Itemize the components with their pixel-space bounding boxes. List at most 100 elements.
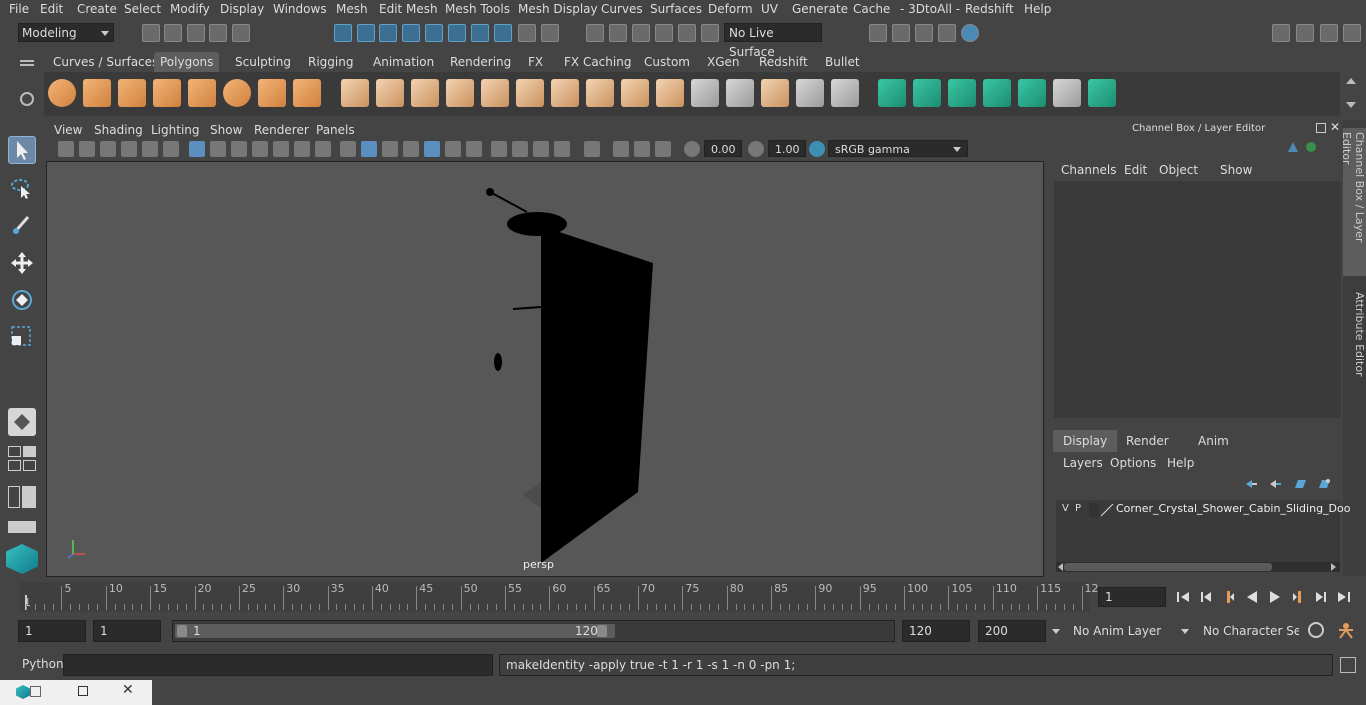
- cut-uv-icon[interactable]: [796, 79, 824, 107]
- step-forward-key-icon[interactable]: [1291, 590, 1305, 604]
- poly-pipe-icon[interactable]: [293, 79, 321, 107]
- step-forward-icon[interactable]: [1314, 590, 1328, 604]
- wireframe-icon[interactable]: [340, 141, 356, 157]
- bookmarks-icon[interactable]: [121, 141, 137, 157]
- layout-two-pane-icon[interactable]: [8, 446, 36, 472]
- menu-help[interactable]: Help: [1024, 2, 1051, 16]
- menu-windows[interactable]: Windows: [273, 2, 327, 16]
- bridge-icon[interactable]: [586, 79, 614, 107]
- exposure-field[interactable]: 0.00: [704, 140, 742, 157]
- viewport-menu-panels[interactable]: Panels: [316, 123, 355, 137]
- layout-outliner-icon[interactable]: [8, 521, 36, 533]
- close-icon[interactable]: ✕: [122, 682, 134, 698]
- shadows-icon[interactable]: [491, 141, 507, 157]
- select-camera-icon[interactable]: [58, 141, 74, 157]
- hypershade-icon[interactable]: [961, 24, 979, 42]
- minimized-window[interactable]: ✕: [0, 680, 152, 705]
- color-space-dropdown[interactable]: sRGB gamma: [828, 140, 968, 157]
- render-current-frame-icon[interactable]: [869, 24, 887, 42]
- shelf-tab-sculpting[interactable]: Sculpting: [229, 52, 297, 72]
- uv-editor-icon[interactable]: [761, 79, 789, 107]
- shelf-tab-custom[interactable]: Custom: [638, 52, 696, 72]
- snap-toggle-icon[interactable]: [8, 408, 36, 436]
- shelf-settings-gear-icon[interactable]: [20, 92, 34, 106]
- layer-playback-toggle[interactable]: P: [1075, 503, 1081, 514]
- select-by-component-icon[interactable]: [379, 24, 397, 42]
- layer-list-scrollbar[interactable]: [1056, 562, 1340, 572]
- layer-menu-layers[interactable]: Layers: [1063, 456, 1103, 470]
- maximize-icon[interactable]: [78, 686, 88, 696]
- play-backwards-icon[interactable]: [1245, 590, 1259, 604]
- range-slider-start-handle[interactable]: [177, 625, 187, 637]
- toggle-tool-settings-icon[interactable]: [1320, 24, 1338, 42]
- shelf-tab-xgen[interactable]: XGen: [701, 52, 746, 72]
- menu-modify[interactable]: Modify: [170, 2, 210, 16]
- shelf-tab-rigging[interactable]: Rigging: [302, 52, 359, 72]
- new-layer-icon[interactable]: [1294, 478, 1308, 490]
- playback-end-field[interactable]: 120: [902, 620, 970, 642]
- script-language-label[interactable]: Python: [22, 657, 64, 671]
- toggle-channel-box-icon[interactable]: [1343, 24, 1361, 42]
- gamma-icon[interactable]: [748, 141, 764, 157]
- uv-cube-icon[interactable]: [983, 79, 1011, 107]
- menu-curves[interactable]: Curves: [601, 2, 643, 16]
- lock-selection-icon[interactable]: [518, 24, 536, 42]
- paint-select-tool-icon[interactable]: [8, 211, 36, 239]
- backface-culling-icon[interactable]: [655, 141, 671, 157]
- combine-icon[interactable]: [341, 79, 369, 107]
- xray-joints-icon[interactable]: [613, 141, 629, 157]
- go-to-start-icon[interactable]: [1176, 590, 1190, 604]
- lock-camera-icon[interactable]: [79, 141, 95, 157]
- channel-box-menu-channels[interactable]: Channels: [1061, 163, 1117, 177]
- menu-uv[interactable]: UV: [761, 2, 778, 16]
- channel-box-menu-edit[interactable]: Edit: [1124, 163, 1147, 177]
- automatic-uv-icon[interactable]: [726, 79, 754, 107]
- new-layer-from-selection-icon[interactable]: [1318, 478, 1332, 490]
- play-forwards-icon[interactable]: [1268, 590, 1282, 604]
- scale-tool-icon[interactable]: [8, 323, 36, 351]
- animation-preferences-icon[interactable]: [1336, 621, 1356, 639]
- pick-mask-misc-icon[interactable]: [494, 24, 512, 42]
- shelf-tab-fx-caching[interactable]: FX Caching: [558, 52, 637, 72]
- poly-plane-icon[interactable]: [188, 79, 216, 107]
- gate-mask-icon[interactable]: [252, 141, 268, 157]
- render-sequence-icon[interactable]: [892, 24, 910, 42]
- snap-point-icon[interactable]: [632, 24, 650, 42]
- unfold-icon[interactable]: [878, 79, 906, 107]
- snap-live-icon[interactable]: [678, 24, 696, 42]
- viewport-menu-show[interactable]: Show: [210, 123, 242, 137]
- snap-grid-icon[interactable]: [586, 24, 604, 42]
- snap-surface-icon[interactable]: [701, 24, 719, 42]
- redo-icon[interactable]: [232, 24, 250, 42]
- image-plane-icon[interactable]: [142, 141, 158, 157]
- menu-3dtoall[interactable]: - 3DtoAll -: [900, 2, 960, 16]
- xray-active-components-icon[interactable]: [634, 141, 650, 157]
- checker-icon[interactable]: [1053, 79, 1081, 107]
- menu-cache[interactable]: Cache: [853, 2, 890, 16]
- perspective-viewport[interactable]: persp: [46, 161, 1044, 577]
- symmetry-icon[interactable]: [1088, 79, 1116, 107]
- range-slider-end-handle[interactable]: [597, 625, 607, 637]
- sew-uv-icon[interactable]: [831, 79, 859, 107]
- workspace-icon[interactable]: [1272, 24, 1290, 42]
- range-slider-handle[interactable]: [175, 624, 615, 638]
- close-icon[interactable]: ✕: [1330, 121, 1340, 133]
- textured-icon[interactable]: [445, 141, 461, 157]
- ipr-render-icon[interactable]: [915, 24, 933, 42]
- pick-mask-vertex-icon[interactable]: [402, 24, 420, 42]
- safe-title-icon[interactable]: [315, 141, 331, 157]
- menu-deform[interactable]: Deform: [708, 2, 753, 16]
- channel-box-layout-icon[interactable]: [1288, 142, 1298, 154]
- smooth-icon[interactable]: [446, 79, 474, 107]
- layout-uv-icon[interactable]: [913, 79, 941, 107]
- save-scene-icon[interactable]: [187, 24, 205, 42]
- layer-tab-display[interactable]: Display: [1053, 430, 1118, 452]
- shell-icon[interactable]: [948, 79, 976, 107]
- animation-end-field[interactable]: 200: [978, 620, 1046, 642]
- open-scene-icon[interactable]: [164, 24, 182, 42]
- mode-selector[interactable]: Modeling: [18, 23, 114, 42]
- poly-sphere-icon[interactable]: [48, 79, 76, 107]
- select-tool-icon[interactable]: [8, 136, 36, 164]
- viewport-menu-shading[interactable]: Shading: [94, 123, 143, 137]
- layout-side-pane-icon[interactable]: [8, 486, 36, 508]
